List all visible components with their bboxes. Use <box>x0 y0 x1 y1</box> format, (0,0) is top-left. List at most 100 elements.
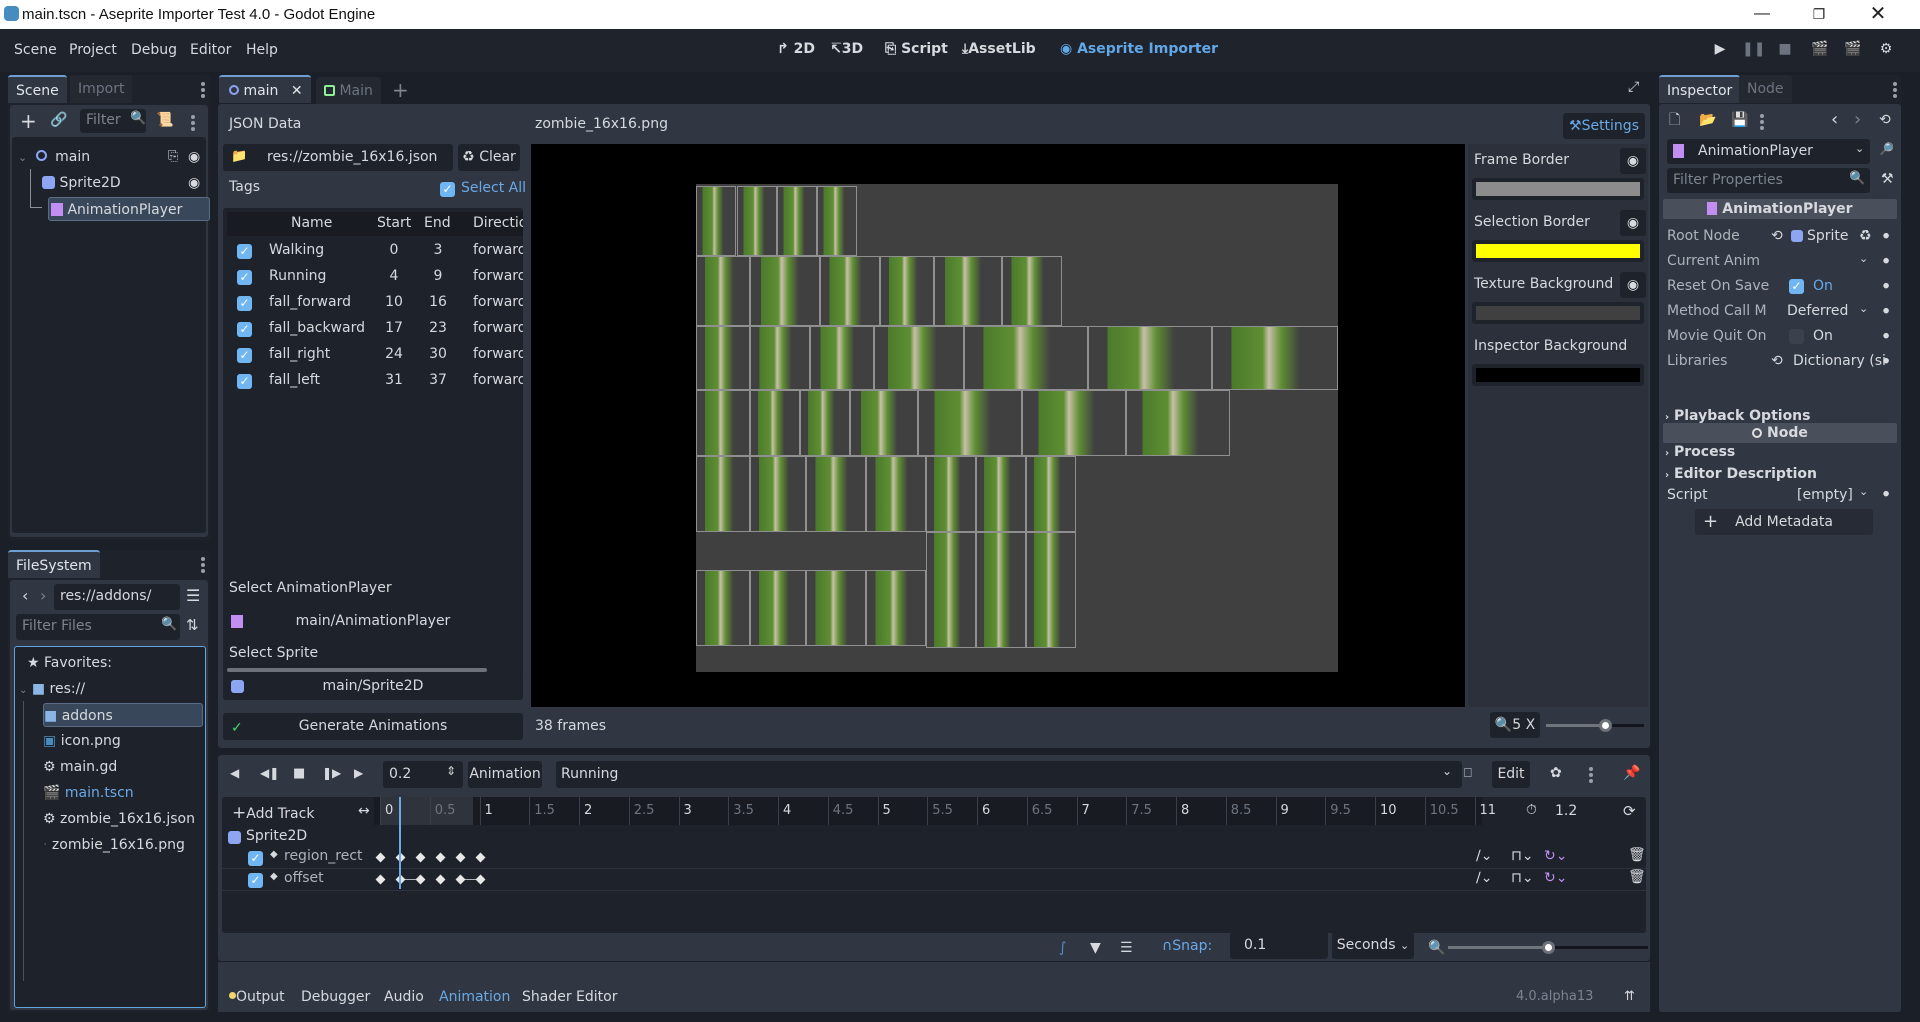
chevron-down-icon[interactable]: ⌄ <box>1859 296 1868 322</box>
sprite-frame[interactable] <box>918 390 1022 456</box>
sprite-frame[interactable] <box>820 256 880 326</box>
visibility-icon[interactable]: ◉ <box>188 171 200 195</box>
filter-icon[interactable]: ▼ <box>1090 941 1101 955</box>
timeline-ruler[interactable]: 0 0.5 1 1.5 2 2.5 3 3.5 4 4.5 5 5.5 6 6.5 7 7.5 8 8.5 9 9.5… <box>374 797 1496 825</box>
tag-checkbox[interactable]: ✓ <box>237 270 252 285</box>
tag-checkbox[interactable]: ✓ <box>237 374 252 389</box>
sprite-frame[interactable] <box>806 456 866 532</box>
keyframe[interactable] <box>375 852 386 863</box>
keyframe-key-icon[interactable]: ⚫ <box>1881 298 1891 324</box>
keyframe[interactable] <box>475 874 485 885</box>
update-mode-icon[interactable]: ⊓⌄ <box>1511 870 1534 886</box>
tag-row[interactable]: ✓ fall_forward 10 16 forward <box>227 291 523 315</box>
object-selector[interactable]: AnimationPlayer ⌄ <box>1667 139 1870 164</box>
close-window-button[interactable]: ✕ <box>1856 2 1900 26</box>
add-node-icon[interactable]: + <box>20 111 37 131</box>
delete-track-icon[interactable]: 🗑 <box>1628 869 1646 885</box>
tree-item-animationplayer[interactable]: AnimationPlayer <box>48 197 210 221</box>
sprite-frame[interactable] <box>750 256 820 326</box>
sprite-frame[interactable] <box>696 390 750 456</box>
restore-button[interactable]: ❐ <box>1797 2 1841 26</box>
keyframe[interactable] <box>375 874 386 885</box>
history-forward-icon[interactable]: › <box>1854 111 1861 129</box>
inspector-menu-icon[interactable] <box>1893 82 1897 98</box>
playhead[interactable] <box>398 797 401 889</box>
color-picker-button[interactable] <box>1472 178 1644 200</box>
property-value[interactable]: Dictionary (si <box>1793 348 1886 374</box>
keyframe[interactable] <box>455 852 466 863</box>
path-field[interactable]: res://addons/ <box>54 584 180 610</box>
sprite-frame[interactable] <box>926 456 976 532</box>
sprite-frame[interactable] <box>880 256 934 326</box>
step-spinbox[interactable]: 0.2 ⇕ <box>383 761 463 788</box>
animation-length[interactable]: 1.2 <box>1555 803 1577 819</box>
generate-animations-button[interactable]: ✓ Generate Animations <box>223 713 523 740</box>
tag-checkbox[interactable]: ✓ <box>237 322 252 337</box>
minimize-button[interactable]: — <box>1740 2 1784 26</box>
tree-item-zombie-png[interactable]: · zombie_16x16.png <box>43 833 185 857</box>
stop-icon[interactable]: ■ <box>293 767 305 780</box>
scene-options-icon[interactable] <box>191 115 195 131</box>
history-back-icon[interactable]: ‹ <box>1831 111 1838 129</box>
keyframe[interactable] <box>455 874 466 885</box>
keyframe-key-icon[interactable]: ⚫ <box>1881 223 1891 249</box>
scene-filter-input[interactable]: Filter 🔍 <box>80 109 146 133</box>
updown-icon[interactable]: ⇕ <box>446 764 456 778</box>
sprite-frame[interactable] <box>800 390 850 456</box>
instance-scene-icon[interactable]: 🔗 <box>50 113 67 127</box>
json-path-field[interactable]: 📁 res://zombie_16x16.json <box>223 144 453 171</box>
sprite-frame[interactable] <box>696 186 736 256</box>
sprite-frame[interactable] <box>777 186 817 256</box>
sprite-frame[interactable] <box>750 326 810 390</box>
sprite-frame[interactable] <box>1126 390 1230 456</box>
script-icon[interactable]: ⎘ <box>168 145 178 169</box>
tag-row[interactable]: ✓ fall_backward 17 23 forward <box>227 317 523 341</box>
select-all-label[interactable]: Select All <box>461 180 526 196</box>
folder-open-icon[interactable]: 📁 <box>231 149 247 164</box>
forward-icon[interactable]: › <box>40 588 46 604</box>
sprite-frame[interactable] <box>874 326 964 390</box>
tab-node[interactable]: Node <box>1739 75 1792 103</box>
zoom-slider[interactable] <box>1546 719 1644 732</box>
sprite-frame[interactable] <box>750 570 806 646</box>
sprite-frame[interactable] <box>1026 532 1076 648</box>
attach-script-icon[interactable]: 📜 <box>156 113 173 127</box>
sprite-frame[interactable] <box>750 456 806 532</box>
sprite-frame[interactable] <box>810 326 874 390</box>
workspace-script[interactable]: ⎘ Script <box>885 41 948 57</box>
bottom-tab-animation[interactable]: Animation <box>439 989 510 1005</box>
tree-item-addons[interactable]: ■ addons <box>43 703 203 727</box>
keyframe-key-icon[interactable]: ⚫ <box>1881 348 1891 374</box>
update-mode-icon[interactable]: ⊓⌄ <box>1511 848 1534 864</box>
zoom-slider-handle[interactable] <box>1598 719 1612 732</box>
settings-button[interactable]: ⚒Settings <box>1563 113 1645 139</box>
sprite-frame[interactable] <box>976 456 1026 532</box>
keyframe[interactable] <box>435 874 446 885</box>
bottom-tab-audio[interactable]: Audio <box>384 989 424 1005</box>
animationplayer-select-button[interactable]: main/AnimationPlayer <box>223 608 523 635</box>
menu-scene[interactable]: Scene <box>14 42 57 58</box>
keyframe[interactable] <box>475 852 485 863</box>
play-icon[interactable]: ▶ <box>354 767 363 779</box>
history-icon[interactable]: ⟲ <box>1879 113 1891 127</box>
timeline-zoom-handle[interactable] <box>1542 941 1555 954</box>
bezier-icon[interactable]: ∫ <box>1059 941 1066 955</box>
sprite-frame[interactable] <box>934 256 1002 326</box>
sprite-frame[interactable] <box>976 532 1026 648</box>
tag-row[interactable]: ✓ fall_left 31 37 forward <box>227 369 523 393</box>
visibility-toggle-icon[interactable]: ◉ <box>1620 148 1646 174</box>
sprite-frame[interactable] <box>696 256 750 326</box>
onion-options-icon[interactable] <box>1589 767 1593 783</box>
property-value[interactable]: Deferred <box>1787 298 1848 324</box>
load-resource-icon[interactable]: 📂 <box>1699 113 1716 127</box>
loop-wrap-icon[interactable]: ↻⌄ <box>1544 848 1567 864</box>
inspector-section[interactable]: › Editor Description <box>1665 463 1895 485</box>
tag-row[interactable]: ✓ fall_right 24 30 forward <box>227 343 523 367</box>
tree-item-main-tscn[interactable]: 🎬 main.tscn <box>43 781 134 805</box>
color-picker-button[interactable] <box>1472 364 1644 386</box>
scene-dock-menu-icon[interactable] <box>201 82 205 98</box>
delete-track-icon[interactable]: 🗑 <box>1628 847 1646 863</box>
workspace-aseprite-importer[interactable]: ◉ Aseprite Importer <box>1060 41 1218 57</box>
property-row[interactable]: Movie Quit On On ⚫ <box>1659 323 1899 349</box>
open-docs-icon[interactable]: 🔎 <box>1879 143 1894 155</box>
